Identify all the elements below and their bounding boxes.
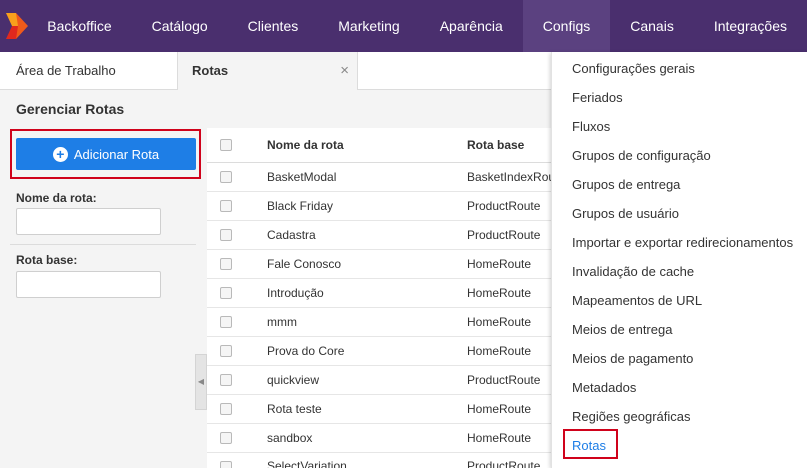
base-route-cell: BasketIndexRoute — [467, 170, 551, 184]
base-route-cell: HomeRoute — [467, 402, 532, 416]
table-row[interactable]: Introdução HomeRoute — [207, 279, 551, 308]
column-header-base[interactable]: Rota base — [467, 138, 551, 152]
base-route-cell: HomeRoute — [467, 344, 532, 358]
menu-item-metadados[interactable]: Metadados — [572, 380, 636, 395]
top-navigation: Backoffice Catálogo Clientes Marketing A… — [0, 0, 807, 52]
nav-item-clientes[interactable]: Clientes — [228, 0, 319, 52]
route-name-cell: SelectVariation — [267, 459, 347, 468]
configs-dropdown-menu: Configurações gerais Feriados Fluxos Gru… — [551, 52, 807, 468]
row-checkbox[interactable] — [220, 316, 232, 328]
route-name-cell: sandbox — [267, 431, 313, 445]
table-row[interactable]: SelectVariation ProductRoute — [207, 453, 551, 468]
base-route-label: Rota base: — [16, 253, 78, 267]
row-checkbox[interactable] — [220, 432, 232, 444]
table-row[interactable]: Rota teste HomeRoute — [207, 395, 551, 424]
nav-item-canais[interactable]: Canais — [610, 0, 694, 52]
row-checkbox[interactable] — [220, 171, 232, 183]
menu-item-grupos-de-entrega[interactable]: Grupos de entrega — [572, 177, 680, 192]
row-checkbox[interactable] — [220, 345, 232, 357]
rotas-menu-highlight — [563, 429, 618, 459]
nav-item-catalogo[interactable]: Catálogo — [132, 0, 228, 52]
menu-item-configuracoes-gerais[interactable]: Configurações gerais — [572, 61, 695, 76]
tab-area-de-trabalho[interactable]: Área de Trabalho — [0, 52, 178, 90]
row-checkbox[interactable] — [220, 229, 232, 241]
route-name-cell: Rota teste — [267, 402, 322, 416]
nav-item-marketing[interactable]: Marketing — [318, 0, 419, 52]
brand-logo-icon[interactable] — [0, 0, 33, 52]
nav-item-aparencia[interactable]: Aparência — [420, 0, 523, 52]
row-checkbox[interactable] — [220, 287, 232, 299]
table-row[interactable]: BasketModal BasketIndexRoute — [207, 163, 551, 192]
row-checkbox[interactable] — [220, 258, 232, 270]
base-route-input[interactable] — [16, 271, 161, 298]
base-route-cell: HomeRoute — [467, 431, 532, 445]
column-header-name[interactable]: Nome da rota — [267, 138, 457, 152]
menu-item-meios-de-pagamento[interactable]: Meios de pagamento — [572, 351, 693, 366]
base-route-cell: ProductRoute — [467, 373, 541, 387]
table-row[interactable]: Prova do Core HomeRoute — [207, 337, 551, 366]
add-route-button[interactable]: + Adicionar Rota — [16, 138, 196, 170]
base-route-cell: ProductRoute — [467, 199, 541, 213]
menu-item-invalidacao-de-cache[interactable]: Invalidação de cache — [572, 264, 694, 279]
base-route-cell: HomeRoute — [467, 315, 532, 329]
route-name-cell: Prova do Core — [267, 344, 345, 358]
close-icon[interactable]: × — [340, 52, 349, 90]
menu-item-importar-exportar-redirecionamentos[interactable]: Importar e exportar redirecionamentos — [572, 235, 793, 250]
menu-item-mapeamentos-de-url[interactable]: Mapeamentos de URL — [572, 293, 702, 308]
base-route-cell: HomeRoute — [467, 286, 532, 300]
table-row[interactable]: mmm HomeRoute — [207, 308, 551, 337]
row-checkbox[interactable] — [220, 200, 232, 212]
table-row[interactable]: Fale Conosco HomeRoute — [207, 250, 551, 279]
collapse-sidebar-handle[interactable]: ◀ — [195, 354, 207, 410]
route-name-label: Nome da rota: — [16, 191, 97, 205]
tab-label: Área de Trabalho — [16, 63, 116, 78]
route-name-cell: quickview — [267, 373, 320, 387]
base-route-cell: HomeRoute — [467, 257, 532, 271]
divider — [10, 244, 196, 245]
route-name-cell: Fale Conosco — [267, 257, 342, 271]
table-header: Nome da rota Rota base — [207, 128, 551, 163]
page-title: Gerenciar Rotas — [16, 101, 125, 117]
row-checkbox[interactable] — [220, 461, 232, 468]
menu-item-grupos-de-usuario[interactable]: Grupos de usuário — [572, 206, 679, 221]
menu-item-meios-de-entrega[interactable]: Meios de entrega — [572, 322, 672, 337]
nav-item-configs[interactable]: Configs — [522, 0, 611, 52]
route-name-cell: Cadastra — [267, 228, 316, 242]
table-row[interactable]: sandbox HomeRoute — [207, 424, 551, 453]
select-all-checkbox[interactable] — [220, 139, 232, 151]
tab-label: Rotas — [192, 63, 229, 78]
add-route-button-label: Adicionar Rota — [73, 146, 160, 162]
route-name-cell: Introdução — [267, 286, 324, 300]
plus-circle-icon: + — [52, 146, 68, 162]
base-route-cell: ProductRoute — [467, 459, 541, 468]
route-name-input[interactable] — [16, 208, 161, 235]
row-checkbox[interactable] — [220, 403, 232, 415]
routes-table: Nome da rota Rota base BasketModal Baske… — [207, 128, 551, 468]
route-name-cell: BasketModal — [267, 170, 337, 184]
nav-item-integracoes[interactable]: Integrações — [694, 0, 807, 52]
menu-item-regioes-geograficas[interactable]: Regiões geográficas — [572, 409, 691, 424]
nav-item-backoffice[interactable]: Backoffice — [33, 0, 131, 52]
base-route-cell: ProductRoute — [467, 228, 541, 242]
route-name-cell: Black Friday — [267, 199, 334, 213]
row-checkbox[interactable] — [220, 374, 232, 386]
tab-rotas[interactable]: Rotas × — [178, 52, 358, 90]
menu-item-grupos-de-configuracao[interactable]: Grupos de configuração — [572, 148, 711, 163]
menu-item-fluxos[interactable]: Fluxos — [572, 119, 610, 134]
table-row[interactable]: Cadastra ProductRoute — [207, 221, 551, 250]
route-name-cell: mmm — [267, 315, 297, 329]
table-row[interactable]: quickview ProductRoute — [207, 366, 551, 395]
menu-item-feriados[interactable]: Feriados — [572, 90, 623, 105]
table-row[interactable]: Black Friday ProductRoute — [207, 192, 551, 221]
